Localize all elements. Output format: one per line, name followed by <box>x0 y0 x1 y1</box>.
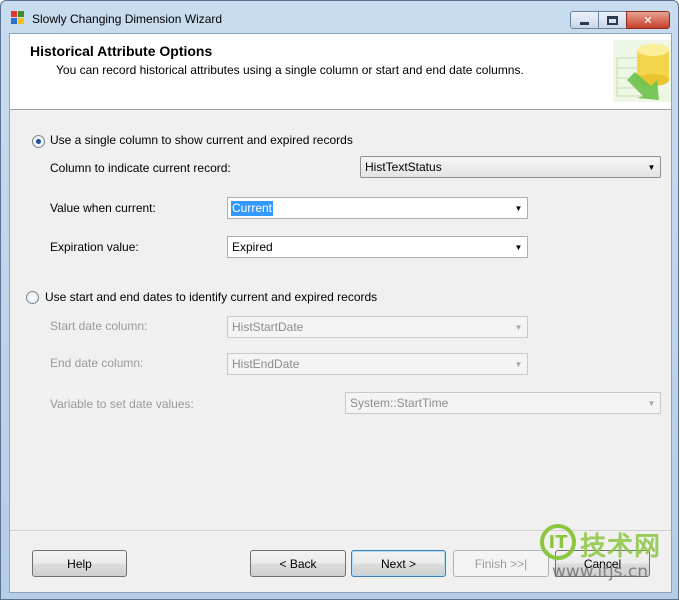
value-when-current-combo[interactable]: Current ▼ <box>227 197 528 219</box>
back-button-label: < Back <box>279 556 317 571</box>
title-bar[interactable]: Slowly Changing Dimension Wizard ✕ <box>1 1 678 33</box>
window-title: Slowly Changing Dimension Wizard <box>32 12 223 26</box>
start-date-column-label: Start date column: <box>50 319 148 333</box>
watermark-url: www.itjs.cn <box>552 562 649 582</box>
finish-button-label: Finish >>| <box>474 556 528 571</box>
minimize-button[interactable] <box>570 11 599 29</box>
chevron-down-icon[interactable]: ▼ <box>510 237 527 257</box>
back-button[interactable]: < Back <box>250 550 346 577</box>
wizard-header: Historical Attribute Options You can rec… <box>10 34 671 110</box>
end-date-column-value: HistEndDate <box>232 357 300 371</box>
next-button-label: Next > <box>380 556 416 571</box>
site-watermark: IT 技术网 www.itjs.cn <box>540 524 670 590</box>
end-date-column-label: End date column: <box>50 356 144 370</box>
single-column-radio[interactable] <box>32 135 45 148</box>
help-button-label: Help <box>67 556 92 571</box>
page-title: Historical Attribute Options <box>30 43 213 59</box>
date-variable-value: System::StartTime <box>350 396 449 410</box>
date-variable-label: Variable to set date values: <box>50 397 194 411</box>
page-subtitle: You can record historical attributes usi… <box>56 63 524 77</box>
close-icon: ✕ <box>643 13 653 27</box>
chevron-down-icon[interactable]: ▼ <box>643 157 660 177</box>
current-record-column-combo[interactable]: HistTextStatus ▼ <box>360 156 661 178</box>
end-date-column-combo[interactable]: HistEndDate ▼ <box>227 353 528 375</box>
database-wizard-icon <box>613 40 671 102</box>
finish-button[interactable]: Finish >>| <box>453 550 549 577</box>
date-columns-radio-label[interactable]: Use start and end dates to identify curr… <box>45 290 377 304</box>
single-column-radio-label[interactable]: Use a single column to show current and … <box>50 133 353 147</box>
watermark-logo-icon: IT <box>540 524 576 560</box>
maximize-button[interactable] <box>598 11 627 29</box>
next-button[interactable]: Next > <box>351 550 446 577</box>
date-columns-radio[interactable] <box>26 291 39 304</box>
chevron-down-icon[interactable]: ▼ <box>510 198 527 218</box>
start-date-column-combo[interactable]: HistStartDate ▼ <box>227 316 528 338</box>
help-button[interactable]: Help <box>32 550 127 577</box>
minimize-icon <box>580 21 589 25</box>
maximize-icon <box>607 15 618 25</box>
caption-buttons: ✕ <box>570 11 670 29</box>
chevron-down-icon[interactable]: ▼ <box>643 393 660 413</box>
current-record-column-label: Column to indicate current record: <box>50 161 231 175</box>
value-when-current-value: Current <box>231 201 274 216</box>
expiration-value-combo[interactable]: Expired ▼ <box>227 236 528 258</box>
current-record-column-value: HistTextStatus <box>365 160 442 174</box>
expiration-value-label: Expiration value: <box>50 240 139 254</box>
app-icon <box>11 11 25 25</box>
close-button[interactable]: ✕ <box>626 11 670 29</box>
expiration-value-value: Expired <box>232 240 273 254</box>
chevron-down-icon[interactable]: ▼ <box>510 317 527 337</box>
watermark-chinese-text: 技术网 <box>580 532 662 562</box>
wizard-window: Slowly Changing Dimension Wizard ✕ Histo… <box>0 0 679 600</box>
date-variable-combo[interactable]: System::StartTime ▼ <box>345 392 661 414</box>
wizard-client-area: Historical Attribute Options You can rec… <box>9 33 672 593</box>
start-date-column-value: HistStartDate <box>232 320 304 334</box>
value-when-current-label: Value when current: <box>50 201 156 215</box>
chevron-down-icon[interactable]: ▼ <box>510 354 527 374</box>
